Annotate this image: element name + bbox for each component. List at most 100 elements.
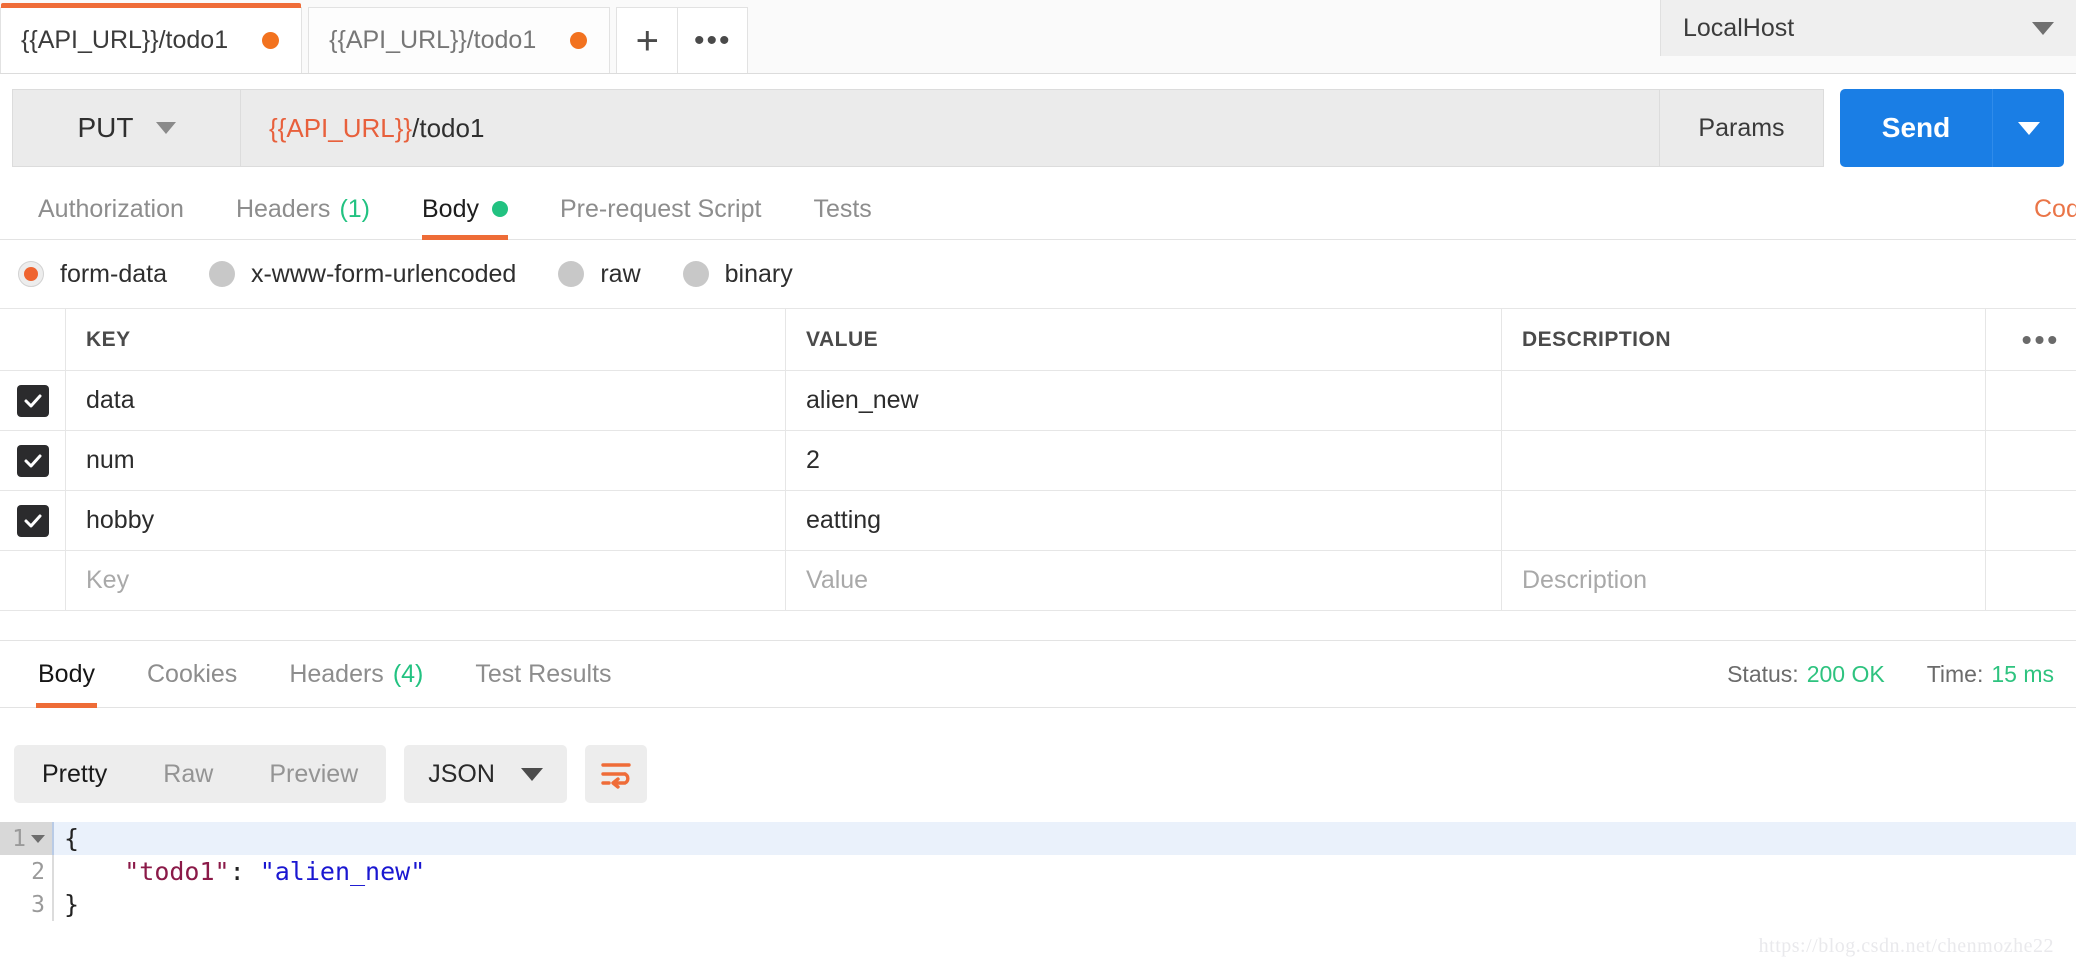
body-type-urlencoded[interactable]: x-www-form-urlencoded [209, 260, 516, 289]
request-url-input[interactable]: {{API_URL}}/todo1 [240, 89, 1660, 167]
code-line: 3 } [0, 888, 2076, 921]
response-tab-headers[interactable]: Headers (4) [263, 641, 449, 708]
viewer-mode-group: Pretty Raw Preview [14, 745, 386, 803]
fold-arrow-icon[interactable] [31, 835, 45, 843]
format-label: JSON [428, 760, 495, 789]
row-actions[interactable] [1986, 491, 2076, 550]
environment-selector[interactable]: LocalHost [1660, 0, 2076, 56]
radio-label: x-www-form-urlencoded [251, 260, 516, 289]
response-tab-cookies[interactable]: Cookies [121, 641, 263, 708]
tab-pre-request-script[interactable]: Pre-request Script [534, 178, 787, 240]
tab-label: Headers [289, 660, 384, 689]
form-data-table: KEY VALUE DESCRIPTION ••• data alien_new… [0, 308, 2076, 611]
tab-options-icon[interactable]: ••• [678, 7, 748, 73]
params-button[interactable]: Params [1660, 89, 1824, 167]
response-meta: Status:200 OK Time:15 ms [1727, 641, 2076, 708]
row-value-input[interactable]: 2 [786, 431, 1502, 490]
row-description-input[interactable] [1502, 431, 1986, 490]
viewer-mode-pretty[interactable]: Pretty [14, 745, 135, 803]
code-link[interactable]: Code [2034, 178, 2076, 240]
json-key: "todo1" [124, 857, 229, 886]
row-checkbox[interactable] [0, 371, 66, 430]
response-tab-body[interactable]: Body [12, 641, 121, 708]
row-description-input[interactable] [1502, 491, 1986, 550]
checkbox-checked-icon [17, 445, 49, 477]
request-url-bar: PUT {{API_URL}}/todo1 Params Send [0, 89, 2076, 167]
tab-tests[interactable]: Tests [787, 178, 897, 240]
table-row: num 2 [0, 431, 2076, 491]
active-tab-underline [36, 703, 97, 708]
code-text: { [54, 824, 79, 853]
table-row-placeholder: Key Value Description [0, 551, 2076, 611]
status-value: 200 OK [1807, 661, 1885, 687]
viewer-mode-raw[interactable]: Raw [135, 745, 241, 803]
tab-label: Test Results [475, 660, 611, 689]
row-key-input[interactable]: num [66, 431, 786, 490]
response-headers-count: (4) [393, 660, 424, 689]
table-header-row: KEY VALUE DESCRIPTION ••• [0, 309, 2076, 371]
row-actions[interactable] [1986, 371, 2076, 430]
request-tab-1[interactable]: {{API_URL}}/todo1 [308, 7, 610, 73]
row-checkbox[interactable] [0, 431, 66, 490]
send-options-button[interactable] [1992, 89, 2064, 167]
request-tab-label: {{API_URL}}/todo1 [21, 26, 228, 55]
send-button[interactable]: Send [1840, 89, 1992, 167]
time-value: 15 ms [1991, 661, 2054, 687]
line-number-gutter[interactable]: 2 [0, 855, 52, 888]
radio-label: raw [600, 260, 640, 289]
code-text: "todo1": "alien_new" [54, 857, 425, 886]
tab-label: Pre-request Script [560, 195, 761, 224]
row-actions-placeholder[interactable] [1986, 551, 2076, 610]
row-value-input[interactable]: alien_new [786, 371, 1502, 430]
time-badge: Time:15 ms [1927, 661, 2054, 688]
row-actions[interactable] [1986, 431, 2076, 490]
body-type-form-data[interactable]: form-data [18, 260, 167, 289]
json-brace: } [64, 890, 79, 919]
line-number-gutter[interactable]: 1 [0, 822, 52, 855]
chevron-down-icon [156, 122, 176, 134]
viewer-mode-preview[interactable]: Preview [241, 745, 386, 803]
request-tab-label: {{API_URL}}/todo1 [329, 26, 536, 55]
new-value-input[interactable]: Value [786, 551, 1502, 610]
row-checkbox[interactable] [0, 491, 66, 550]
chevron-down-icon [2032, 22, 2054, 35]
row-checkbox-placeholder[interactable] [0, 551, 66, 610]
json-string-value: "alien_new" [260, 857, 426, 886]
tab-label: Cookies [147, 660, 237, 689]
tab-body[interactable]: Body [396, 178, 534, 240]
response-tab-test-results[interactable]: Test Results [449, 641, 637, 708]
line-number: 2 [31, 859, 45, 885]
environment-name: LocalHost [1683, 14, 1794, 43]
tab-label: Body [38, 660, 95, 689]
response-format-select[interactable]: JSON [404, 745, 567, 803]
new-description-input[interactable]: Description [1502, 551, 1986, 610]
request-tab-0[interactable]: {{API_URL}}/todo1 [0, 7, 302, 73]
row-key-input[interactable]: data [66, 371, 786, 430]
tab-authorization[interactable]: Authorization [12, 178, 210, 240]
line-number: 3 [31, 892, 45, 918]
body-type-binary[interactable]: binary [683, 260, 793, 289]
tab-label: Tests [813, 195, 871, 224]
http-method-select[interactable]: PUT [12, 89, 240, 167]
unsaved-changes-dot-icon [262, 32, 279, 49]
row-key-input[interactable]: hobby [66, 491, 786, 550]
new-tab-button[interactable]: + [616, 7, 678, 73]
wrap-lines-button[interactable] [585, 745, 647, 803]
headers-count: (1) [339, 195, 370, 224]
tab-headers[interactable]: Headers (1) [210, 178, 396, 240]
table-options-button[interactable]: ••• [1986, 309, 2076, 370]
unsaved-changes-dot-icon [570, 32, 587, 49]
line-number-gutter[interactable]: 3 [0, 888, 52, 921]
wrap-lines-icon [599, 759, 633, 789]
row-value-input[interactable]: eatting [786, 491, 1502, 550]
radio-unselected-icon [683, 261, 709, 287]
url-path-text: /todo1 [412, 113, 484, 144]
body-type-raw[interactable]: raw [558, 260, 640, 289]
active-tab-indicator [1, 3, 301, 8]
radio-label: binary [725, 260, 793, 289]
new-key-input[interactable]: Key [66, 551, 786, 610]
tab-label: Headers [236, 195, 331, 224]
row-description-input[interactable] [1502, 371, 1986, 430]
chevron-down-icon [2018, 122, 2040, 135]
header-checkbox-cell [0, 309, 66, 370]
